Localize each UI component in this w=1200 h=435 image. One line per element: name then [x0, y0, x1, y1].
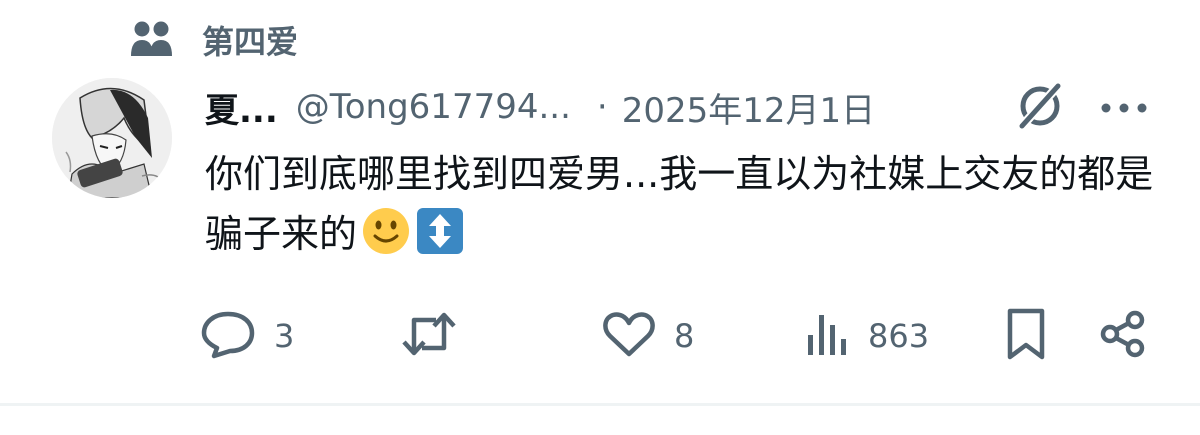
- repost-button[interactable]: [400, 306, 476, 366]
- views-icon: [804, 309, 850, 363]
- grok-icon: [1014, 80, 1066, 136]
- community-context[interactable]: 第四爱: [128, 16, 298, 64]
- tweet-body: 你们到底哪里找到四爱男...我一直以为社媒上交友的都是骗子来的: [205, 152, 1154, 256]
- views-button[interactable]: 863: [804, 306, 929, 366]
- avatar[interactable]: [52, 78, 172, 198]
- repost-icon: [400, 308, 458, 364]
- share-button[interactable]: [1098, 306, 1148, 366]
- like-button[interactable]: 8: [602, 306, 694, 366]
- separator-dot: ·: [596, 87, 608, 127]
- reply-icon: [200, 308, 256, 364]
- views-count: 863: [868, 317, 930, 355]
- more-button[interactable]: [1096, 82, 1152, 134]
- slightly-smiling-face-icon: [361, 206, 411, 256]
- bookmark-button[interactable]: [1004, 306, 1048, 366]
- tweet-text: 你们到底哪里找到四爱男...我一直以为社媒上交友的都是骗子来的: [205, 144, 1165, 264]
- post-date[interactable]: 2025年12月1日: [622, 83, 875, 132]
- people-icon: [128, 16, 176, 64]
- more-icon: [1100, 99, 1148, 118]
- up-down-arrow-icon: [415, 206, 465, 256]
- author-name[interactable]: 夏...: [205, 83, 278, 132]
- reply-button[interactable]: 3: [200, 306, 294, 366]
- divider: [0, 403, 1200, 406]
- author-handle[interactable]: @Tong617794...: [296, 87, 571, 127]
- share-icon: [1098, 309, 1148, 363]
- reply-count: 3: [274, 317, 295, 355]
- like-count: 8: [674, 317, 695, 355]
- grok-button[interactable]: [1012, 80, 1068, 136]
- action-bar: 3 8 863: [200, 306, 1160, 366]
- community-label: 第四爱: [202, 23, 299, 61]
- heart-icon: [602, 310, 656, 362]
- bookmark-icon: [1004, 307, 1048, 365]
